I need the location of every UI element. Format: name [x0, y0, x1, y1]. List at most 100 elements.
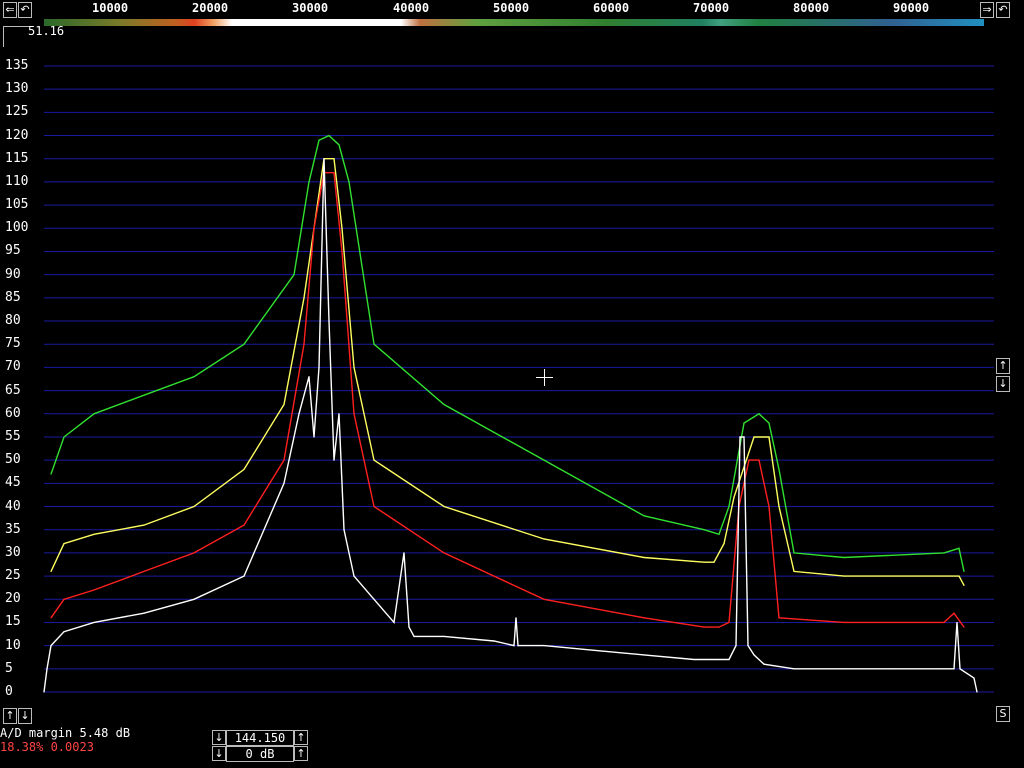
trace-point	[517, 645, 519, 647]
trace-point	[643, 654, 645, 656]
trace-point	[443, 635, 445, 637]
trace-point	[341, 250, 343, 253]
trace-point	[143, 570, 145, 573]
trace-point	[793, 552, 795, 554]
trace-point	[443, 552, 445, 554]
trace-point	[543, 598, 545, 600]
trace-point	[373, 598, 375, 600]
trace-point	[493, 640, 495, 642]
trace-point	[713, 658, 715, 661]
trace-point	[243, 343, 245, 345]
scale-up-button[interactable]: ↑	[996, 358, 1010, 374]
trace-point	[403, 552, 405, 554]
trace-point	[243, 524, 245, 526]
trace-point	[747, 645, 749, 647]
trace-point	[728, 658, 730, 661]
trace-point	[543, 645, 545, 647]
trace-point	[63, 598, 65, 600]
trace-point	[943, 575, 945, 577]
trace-point	[728, 621, 730, 624]
gain-up-button[interactable]: ↑	[294, 746, 308, 761]
y-tick-label: 0	[5, 684, 13, 699]
gain-value[interactable]: 0 dB	[226, 746, 294, 762]
y-tick-label: 110	[5, 173, 29, 189]
y-tick-label: 55	[5, 428, 21, 444]
trace-point	[93, 413, 95, 415]
trace-point	[43, 691, 45, 693]
trace-point	[959, 668, 961, 670]
y-tick-label: 15	[5, 614, 21, 630]
trace-point	[348, 181, 350, 183]
trace-point	[643, 556, 645, 559]
trace-point	[50, 570, 52, 573]
trace-point	[943, 621, 945, 624]
trace-point	[976, 691, 978, 693]
spectrum-trace-2	[50, 172, 965, 628]
trace-point	[593, 649, 595, 651]
level-down-button[interactable]: ↓	[18, 708, 32, 724]
trace-point	[193, 505, 195, 508]
trace-point	[713, 561, 715, 563]
y-tick-label: 5	[5, 660, 13, 676]
trace-point	[843, 575, 845, 577]
trace-point	[63, 543, 65, 545]
trace-point	[843, 621, 845, 624]
trace-point	[443, 403, 445, 406]
trace-point	[943, 668, 945, 670]
trace-point	[543, 459, 545, 461]
y-tick-label: 70	[5, 359, 21, 375]
trace-point	[313, 227, 315, 229]
trace-point	[943, 552, 945, 554]
trace-point	[768, 505, 770, 508]
trace-point	[393, 621, 395, 624]
y-tick-label: 65	[5, 382, 21, 398]
trace-point	[768, 422, 770, 424]
freq-down-button[interactable]: ↓	[212, 730, 226, 745]
trace-point	[778, 617, 780, 619]
spectrum-plot[interactable]	[0, 0, 1024, 768]
settings-s-button[interactable]: S	[996, 706, 1010, 722]
y-tick-label: 30	[5, 544, 21, 560]
trace-point	[963, 626, 965, 628]
trace-point	[341, 227, 343, 229]
trace-point	[333, 459, 335, 461]
trace-point	[93, 533, 95, 535]
trace-point	[763, 663, 765, 665]
trace-point	[743, 436, 745, 438]
scale-down-button[interactable]: ↓	[996, 376, 1010, 392]
level-up-button[interactable]: ↑	[3, 708, 17, 724]
trace-point	[308, 376, 310, 378]
trace-point	[793, 570, 795, 573]
trace-point	[843, 556, 845, 559]
trace-point	[703, 561, 705, 563]
trace-point	[739, 436, 741, 438]
trace-point	[193, 376, 195, 378]
y-tick-label: 135	[5, 58, 29, 73]
gain-down-button[interactable]: ↓	[212, 746, 226, 761]
trace-point	[758, 459, 760, 461]
trace-point	[193, 598, 195, 600]
frequency-value[interactable]: 144.150	[226, 730, 294, 746]
trace-point	[50, 617, 52, 619]
y-tick-label: 75	[5, 336, 21, 352]
trace-point	[963, 570, 965, 573]
trace-point	[373, 343, 375, 345]
freq-up-button[interactable]: ↑	[294, 730, 308, 745]
trace-point	[303, 343, 305, 345]
trace-point	[958, 547, 960, 549]
y-tick-label: 120	[5, 127, 29, 143]
y-tick-label: 60	[5, 405, 21, 421]
trace-point	[333, 172, 335, 174]
trace-point	[93, 621, 95, 624]
y-tick-label: 90	[5, 266, 21, 282]
y-tick-label: 25	[5, 568, 21, 584]
status-panel: A/D margin 5.48 dB 18.38% 0.0023	[0, 726, 130, 754]
trace-point	[778, 505, 780, 508]
y-tick-label: 45	[5, 475, 21, 491]
trace-point	[953, 612, 955, 614]
trace-point	[193, 552, 195, 554]
trace-point	[643, 617, 645, 619]
trace-point	[703, 529, 705, 531]
spectrum-trace-1	[50, 158, 965, 586]
trace-point	[353, 366, 355, 369]
